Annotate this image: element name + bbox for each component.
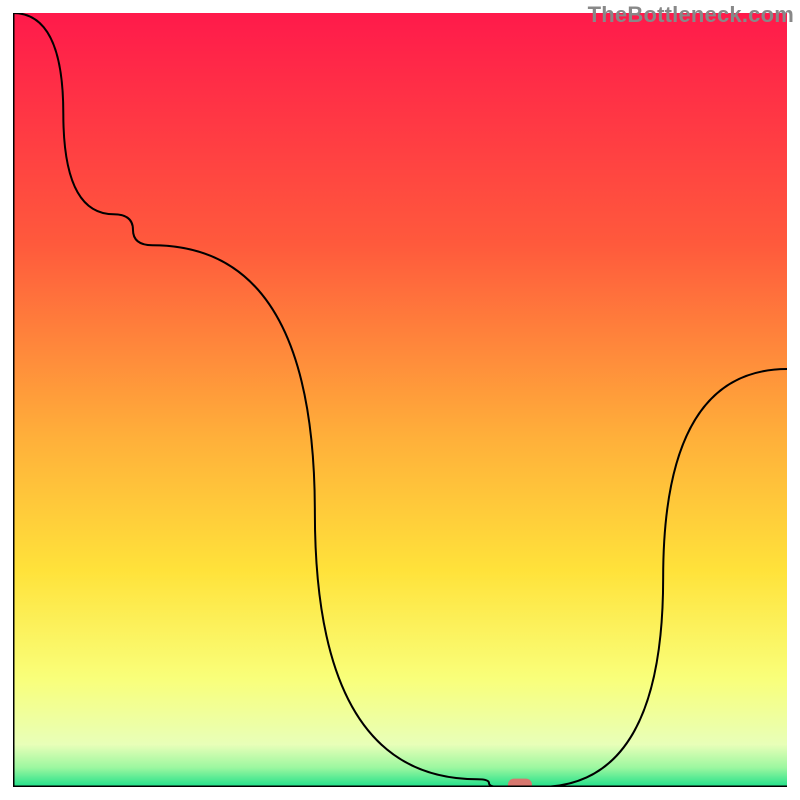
plot-area (13, 13, 787, 787)
watermark-text: TheBottleneck.com (588, 2, 794, 28)
bottleneck-chart-svg (13, 13, 787, 787)
chart-container: TheBottleneck.com (0, 0, 800, 800)
gradient-background (13, 13, 787, 787)
